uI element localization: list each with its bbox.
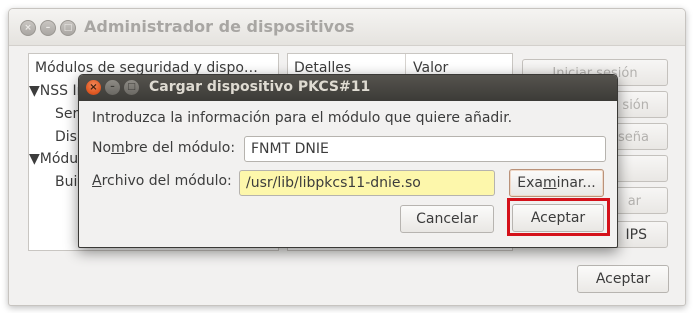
- ok-button[interactable]: Aceptar: [577, 265, 669, 293]
- dialog-titlebar: × – □ Cargar dispositivo PKCS#11: [79, 75, 617, 101]
- module-file-label: Archivo del módulo:: [92, 173, 232, 189]
- minimize-icon[interactable]: –: [40, 20, 56, 36]
- cancel-button[interactable]: Cancelar: [400, 205, 494, 233]
- close-icon[interactable]: ×: [86, 80, 101, 95]
- close-icon[interactable]: ×: [20, 20, 36, 36]
- tree-row[interactable]: ▼Módul: [29, 151, 82, 167]
- device-manager-titlebar: × – □ Administrador de dispositivos: [9, 9, 685, 46]
- label-part: bre del módulo:: [124, 140, 236, 156]
- mnemonic-letter: m: [111, 140, 125, 156]
- minimize-icon[interactable]: –: [105, 80, 120, 95]
- dialog-title: Cargar dispositivo PKCS#11: [149, 79, 371, 95]
- mnemonic-letter: m: [542, 175, 557, 191]
- label-part: inar...: [556, 175, 596, 191]
- maximize-icon[interactable]: □: [124, 80, 139, 95]
- dialog-intro-text: Introduzca la información para el módulo…: [92, 110, 513, 126]
- label-part: No: [92, 140, 112, 156]
- module-file-input[interactable]: /usr/lib/libpkcs11-dnie.so: [239, 170, 495, 196]
- highlight-box: [507, 198, 610, 236]
- label-part: Exa: [517, 175, 543, 191]
- mnemonic-letter: A: [92, 173, 102, 189]
- label-part: rchivo del módulo:: [101, 173, 232, 189]
- module-name-label: Nombre del módulo:: [92, 140, 235, 156]
- window-title: Administrador de dispositivos: [84, 17, 355, 36]
- browse-button[interactable]: Examinar...: [509, 169, 604, 197]
- tree-row[interactable]: Ser: [55, 106, 78, 122]
- maximize-icon[interactable]: □: [60, 20, 76, 36]
- module-name-input[interactable]: FNMT DNIE: [244, 136, 606, 162]
- tree-row[interactable]: ▼NSS In: [29, 83, 85, 99]
